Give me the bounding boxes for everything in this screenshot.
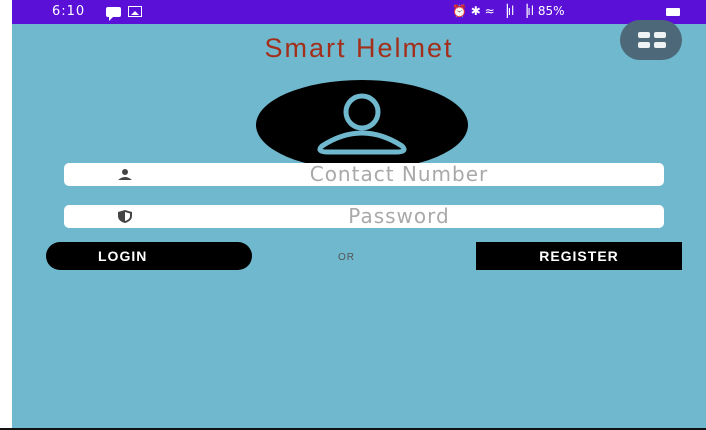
contact-number-field[interactable]: Contact Number xyxy=(64,163,664,186)
app-screen: 6:10 ⏰ ✱ ≈ ▕ıl ▕ıl 85% Smart Helmet Cont… xyxy=(12,0,706,428)
grid-menu-icon[interactable] xyxy=(620,20,682,60)
app-title: Smart Helmet xyxy=(264,33,454,63)
message-notification-icon xyxy=(106,7,121,21)
person-icon xyxy=(118,169,132,180)
password-placeholder: Password xyxy=(348,204,450,228)
contact-number-placeholder: Contact Number xyxy=(309,162,489,186)
status-indicators: ⏰ ✱ ≈ ▕ıl ▕ıl 85% xyxy=(452,4,565,18)
image-notification-icon xyxy=(128,6,142,17)
password-field[interactable]: Password xyxy=(64,205,664,228)
user-avatar-icon xyxy=(256,80,468,170)
shield-icon xyxy=(118,210,132,223)
or-separator: OR xyxy=(338,252,355,263)
status-bar: 6:10 ⏰ ✱ ≈ ▕ıl ▕ıl 85% xyxy=(12,0,706,24)
status-time: 6:10 xyxy=(52,4,86,19)
login-button[interactable]: LOGIN xyxy=(46,242,252,270)
register-button[interactable]: REGISTER xyxy=(476,242,682,270)
battery-icon xyxy=(666,8,680,16)
